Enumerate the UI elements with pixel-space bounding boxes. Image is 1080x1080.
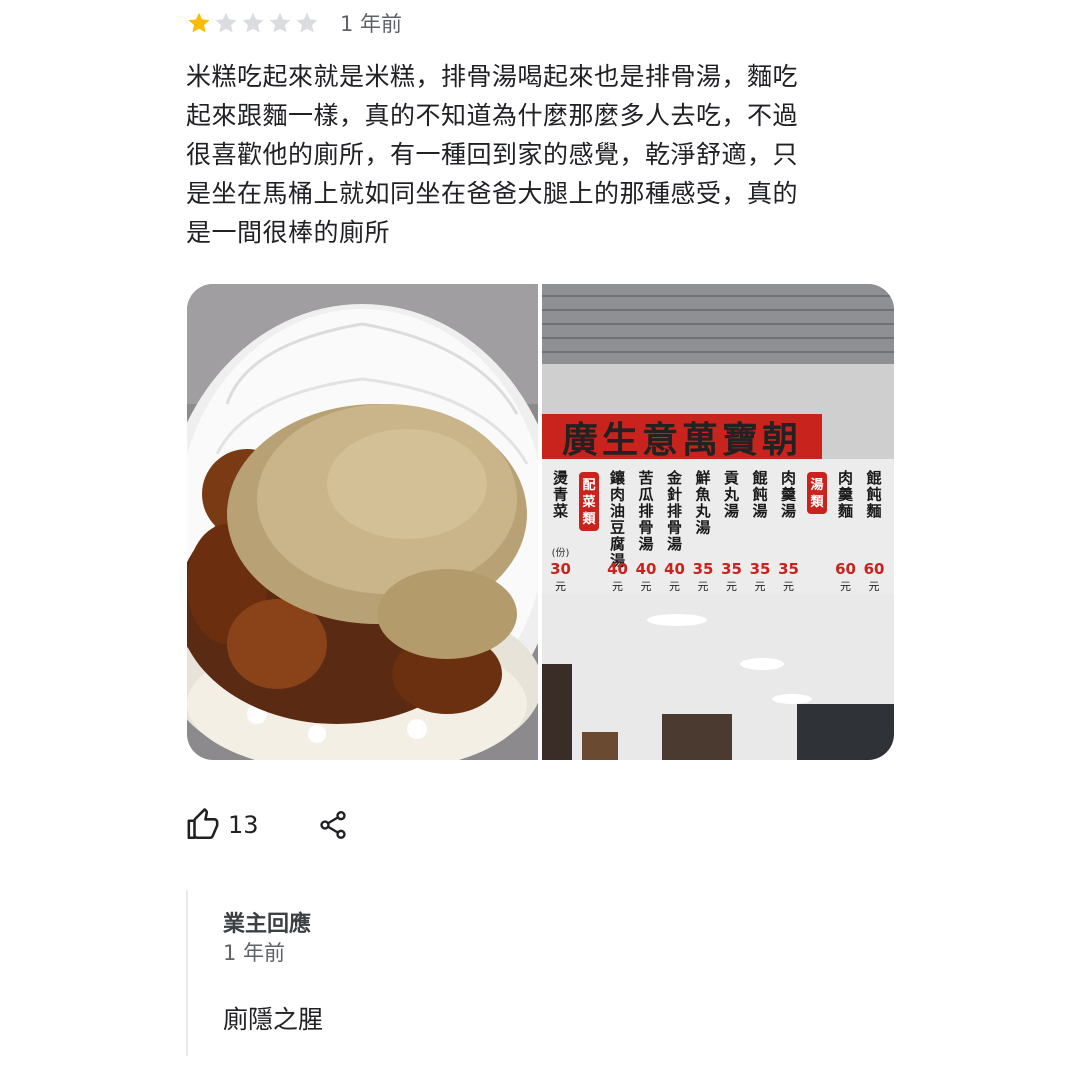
menu-item-char: 排 <box>667 502 682 520</box>
menu-item-char: 鮮 <box>695 469 710 487</box>
menu-item-char: 魚 <box>695 486 710 504</box>
star-rating <box>186 10 320 36</box>
menu-item-char: 菜 <box>552 502 568 520</box>
menu-item-unit: 元 <box>726 580 737 593</box>
menu-item-char: 飩 <box>866 486 881 504</box>
menu-item-char: 瓜 <box>638 486 653 504</box>
menu-item-price: 35 <box>778 560 799 578</box>
menu-category-char: 類 <box>581 512 596 527</box>
review-actions: 13 <box>186 805 349 845</box>
share-icon[interactable] <box>317 809 349 841</box>
review-photos: 廣生意萬寶朝 餛飩麵 60 元肉羹麵 60 元湯類肉羹湯 35 元餛飩湯 35 元貢丸湯 35 元鮮… <box>187 284 894 760</box>
menu-item-price: 60 <box>835 560 856 578</box>
menu-item-unit: 元 <box>612 580 623 593</box>
menu-item-char: 湯 <box>781 502 796 520</box>
rice-cake-photo[interactable] <box>187 284 538 760</box>
menu-category-char: 類 <box>809 495 824 510</box>
menu-item-price: 35 <box>750 560 771 578</box>
menu-category-char: 配 <box>582 478 595 493</box>
star-icon-shape <box>188 12 210 33</box>
menu-item-price: 35 <box>721 560 742 578</box>
owner-reply: 業主回應 1 年前 廁隱之腥 <box>186 890 828 1056</box>
menu-item-price: 30 <box>550 560 571 578</box>
menu-item-char: 鑲 <box>610 469 626 487</box>
menu-item-char: 餛 <box>866 469 881 487</box>
menu-sign-text: 廣生意萬寶朝 <box>562 419 802 461</box>
menu-category-char: 菜 <box>581 494 595 510</box>
menu-item-char: 排 <box>638 502 653 520</box>
star-icon <box>296 12 318 33</box>
owner-reply-text: 廁隱之腥 <box>223 1005 324 1034</box>
menu-item-char: 湯 <box>638 535 653 553</box>
star-icon-shape <box>269 12 291 33</box>
menu-item-char: 麵 <box>865 502 881 520</box>
menu-item-char: 骨 <box>667 519 682 537</box>
menu-item-char: 苦 <box>638 469 653 487</box>
star-icon <box>188 12 210 33</box>
menu-item-char: 肉 <box>781 469 796 487</box>
like-count: 13 <box>228 811 259 839</box>
menu-item-price: 40 <box>607 560 628 578</box>
menu-item-unit: 元 <box>555 580 566 593</box>
thumbs-up-icon <box>187 808 219 840</box>
menu-item-char: 飩 <box>752 486 767 504</box>
menu-item-note: (份) <box>552 547 570 559</box>
menu-item-char: 湯 <box>667 535 682 553</box>
menu-item-char: 骨 <box>638 519 653 537</box>
menu-item-char: 貢 <box>724 469 739 487</box>
menu-item-char: 金 <box>666 469 683 487</box>
review-rating-row: 1 年前 <box>186 8 402 38</box>
menu-item-unit: 元 <box>669 580 680 593</box>
menu-item-unit: 元 <box>755 580 766 593</box>
menu-item-char: 湯 <box>695 519 710 537</box>
menu-item-char: 羹 <box>838 486 854 504</box>
menu-item-unit: 元 <box>840 580 851 593</box>
menu-item-price: 40 <box>664 560 685 578</box>
menu-item-char: 青 <box>553 486 568 504</box>
like-button[interactable]: 13 <box>186 808 259 842</box>
menu-item-unit: 元 <box>783 580 794 593</box>
menu-item-unit: 元 <box>641 580 652 593</box>
menu-item-char: 針 <box>667 486 682 504</box>
menu-item-char: 湯 <box>724 502 739 520</box>
menu-item-price: 40 <box>636 560 657 578</box>
menu-item-price: 60 <box>864 560 885 578</box>
menu-item-char: 肉 <box>610 486 625 504</box>
menu-item-char: 油 <box>610 502 625 520</box>
menu-item-char: 燙 <box>553 469 568 487</box>
menu-item-char: 肉 <box>838 469 853 487</box>
star-icon <box>215 12 237 33</box>
menu-item-char: 豆 <box>610 519 625 537</box>
menu-item-unit: 元 <box>698 580 709 593</box>
review-text: 米糕吃起來就是米糕，排骨湯喝起來也是排骨湯，麵吃 起來跟麵一樣，真的不知道為什麼… <box>186 62 799 247</box>
owner-reply-title: 業主回應 <box>223 912 312 937</box>
star-icon <box>242 12 264 33</box>
menu-item-char: 丸 <box>694 502 711 520</box>
menu-category-char: 湯 <box>810 477 823 493</box>
menu-item-char: 餛 <box>752 469 767 487</box>
star-icon-shape <box>242 12 264 33</box>
menu-item-char: 羹 <box>781 486 797 504</box>
menu-item-price: 35 <box>693 560 714 578</box>
star-icon-shape <box>296 12 318 33</box>
menu-item-unit: 元 <box>869 580 880 593</box>
menu-item-char: 湯 <box>752 502 767 520</box>
menu-board-photo[interactable]: 廣生意萬寶朝 餛飩麵 60 元肉羹麵 60 元湯類肉羹湯 35 元餛飩湯 35 元貢丸湯 35 元鮮… <box>542 284 894 760</box>
review-time-ago: 1 年前 <box>340 12 403 36</box>
menu-item-char: 丸 <box>723 486 740 504</box>
menu-item-char: 麵 <box>837 502 853 520</box>
menu-item-char: 腐 <box>610 535 625 553</box>
star-icon <box>269 12 291 33</box>
owner-reply-time-ago: 1 年前 <box>223 941 286 965</box>
star-icon-shape <box>215 12 237 33</box>
